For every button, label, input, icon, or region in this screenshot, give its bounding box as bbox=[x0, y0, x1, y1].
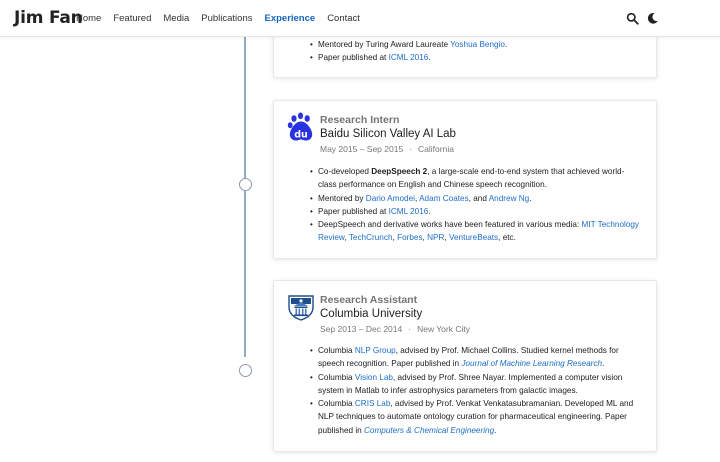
link-dario-amodei[interactable]: Dario Amodei bbox=[366, 194, 415, 203]
baidu-logo-icon: du bbox=[287, 112, 313, 141]
job-meta: May 2015 – Sep 2015 · California bbox=[320, 144, 454, 154]
link-vision-lab[interactable]: Vision Lab bbox=[355, 373, 393, 382]
link-forbes[interactable]: Forbes bbox=[397, 233, 422, 242]
navbar: Jim Fan Home Featured Media Publications… bbox=[0, 0, 720, 37]
link-venturebeats[interactable]: VentureBeats bbox=[449, 233, 498, 242]
list-item: Co-developed DeepSpeech 2, a large-scale… bbox=[310, 165, 640, 192]
moon-icon[interactable] bbox=[646, 12, 659, 25]
list-item: Columbia NLP Group, advised by Prof. Mic… bbox=[310, 344, 640, 371]
list-item: Paper published at ICML 2016. bbox=[310, 51, 640, 65]
card-bullets: Mentored by Turing Award Laureate Yoshua… bbox=[310, 38, 640, 65]
job-dates: May 2015 – Sep 2015 bbox=[320, 144, 404, 154]
job-role: Research Assistant bbox=[320, 294, 418, 306]
link-nlp-group[interactable]: NLP Group bbox=[355, 346, 396, 355]
experience-card-columbia: Research Assistant Columbia University S… bbox=[273, 280, 657, 452]
link-techcrunch[interactable]: TechCrunch bbox=[349, 233, 393, 242]
list-item: Columbia CRIS Lab, advised by Prof. Venk… bbox=[310, 397, 640, 437]
link-jmlr[interactable]: Journal of Machine Learning Research bbox=[461, 359, 602, 368]
organization-name: Baidu Silicon Valley AI Lab bbox=[320, 128, 456, 140]
link-cris-lab[interactable]: CRIS Lab bbox=[355, 399, 391, 408]
nav-home[interactable]: Home bbox=[76, 13, 101, 24]
link-computers-chemical-engineering[interactable]: Computers & Chemical Engineering bbox=[364, 426, 494, 435]
card-bullets: Columbia NLP Group, advised by Prof. Mic… bbox=[310, 344, 640, 437]
job-role: Research Intern bbox=[320, 114, 400, 126]
link-npr[interactable]: NPR bbox=[427, 233, 444, 242]
organization-name: Columbia University bbox=[320, 308, 423, 320]
svg-text:du: du bbox=[294, 130, 308, 141]
timeline-dot bbox=[238, 363, 252, 377]
columbia-crest-icon bbox=[288, 295, 314, 321]
search-icon[interactable] bbox=[626, 12, 639, 25]
link-icml-2016[interactable]: ICML 2016 bbox=[389, 53, 429, 62]
list-item: Mentored by Dario Amodei, Adam Coates, a… bbox=[310, 192, 640, 206]
link-adam-coates[interactable]: Adam Coates bbox=[419, 194, 469, 203]
nav-links: Home Featured Media Publications Experie… bbox=[76, 13, 372, 24]
list-item: Columbia Vision Lab, advised by Prof. Sh… bbox=[310, 371, 640, 398]
job-meta: Sep 2013 – Dec 2014 · New York City bbox=[320, 324, 470, 334]
timeline-line bbox=[244, 37, 246, 357]
nav-media[interactable]: Media bbox=[163, 13, 189, 24]
card-bullets: Co-developed DeepSpeech 2, a large-scale… bbox=[310, 165, 640, 245]
link-yoshua-bengio[interactable]: Yoshua Bengio bbox=[450, 40, 505, 49]
list-item: DeepSpeech and derivative works have bee… bbox=[310, 218, 640, 245]
list-item: Mentored by Turing Award Laureate Yoshua… bbox=[310, 38, 640, 52]
job-location: New York City bbox=[417, 324, 470, 334]
nav-publications[interactable]: Publications bbox=[201, 13, 252, 24]
nav-experience[interactable]: Experience bbox=[264, 13, 315, 24]
brand-logo-text[interactable]: Jim Fan bbox=[14, 8, 83, 28]
timeline-dot bbox=[238, 177, 252, 191]
nav-contact[interactable]: Contact bbox=[327, 13, 360, 24]
job-location: California bbox=[418, 144, 454, 154]
list-item: Paper published at ICML 2016. bbox=[310, 205, 640, 219]
link-andrew-ng[interactable]: Andrew Ng bbox=[489, 194, 530, 203]
link-icml-2016[interactable]: ICML 2016 bbox=[389, 207, 429, 216]
nav-featured[interactable]: Featured bbox=[113, 13, 151, 24]
job-dates: Sep 2013 – Dec 2014 bbox=[320, 324, 403, 334]
experience-card-baidu: du Research Intern Baidu Silicon Valley … bbox=[273, 100, 657, 259]
